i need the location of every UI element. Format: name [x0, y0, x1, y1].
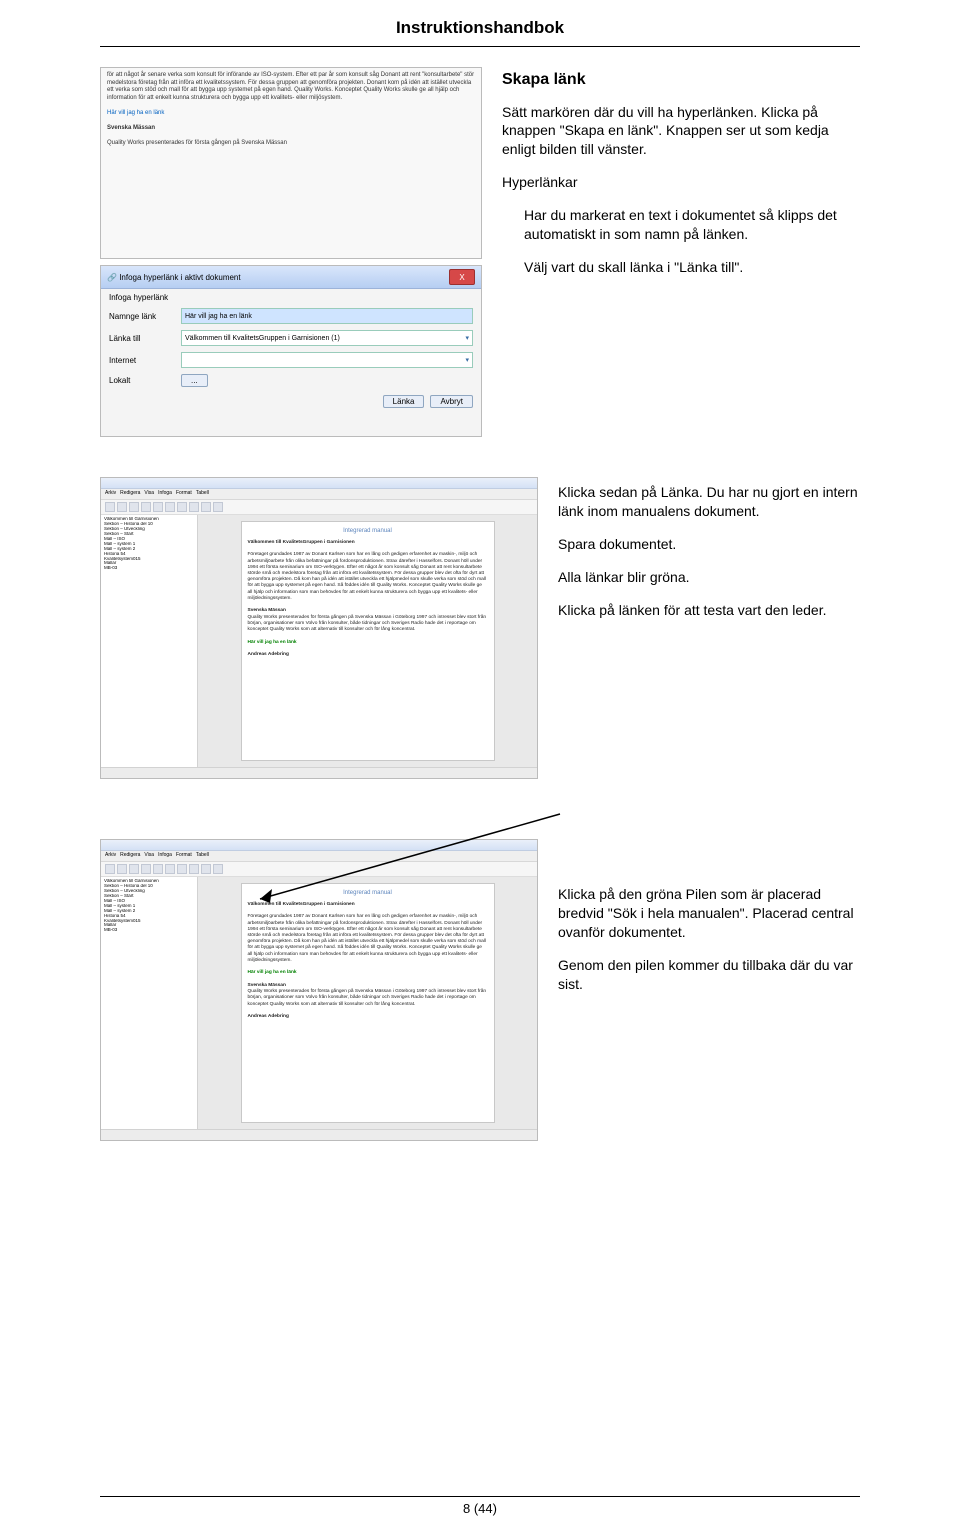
header-rule: [100, 46, 860, 47]
doc-body-text: för att något år senare verka som konsul…: [107, 72, 474, 101]
section1-sub: Hyperlänkar: [502, 173, 860, 192]
label-target: Länka till: [109, 334, 175, 343]
page-number: 8 (44): [0, 1501, 960, 1516]
link-button[interactable]: Länka: [383, 395, 425, 408]
dialog-title: Infoga hyperlänk i aktivt dokument: [119, 273, 240, 282]
close-icon[interactable]: X: [449, 269, 475, 285]
dialog-subtitle: Infoga hyperlänk: [109, 293, 473, 302]
label-name: Namnge länk: [109, 312, 175, 321]
window-icon: 🔗: [107, 273, 117, 282]
footer-rule: [100, 1496, 860, 1497]
document-view: Integrerad manual Välkommen till Kvalite…: [241, 521, 495, 761]
section2-p1: Klicka sedan på Länka. Du har nu gjort e…: [558, 483, 860, 521]
section3-p1: Klicka på den gröna Pilen som är placera…: [558, 885, 860, 942]
section1-p1: Sätt markören där du vill ha hyperlänken…: [502, 103, 860, 160]
chevron-down-icon: ▾: [465, 356, 469, 364]
doc-line2: Quality Works presenterades för första g…: [107, 140, 287, 146]
screenshot-app-window-2: ArkivRedigeraVisaInfogaFormatTabell Välk…: [100, 839, 538, 1141]
select-target[interactable]: Välkommen till KvalitetsGruppen i Garnis…: [181, 330, 473, 346]
hyperlink-sample: Här vill jag ha en länk: [107, 110, 164, 116]
green-link: Här vill jag ha en länk: [248, 640, 297, 645]
doc-heading2: Svenska Mässan: [107, 125, 155, 131]
label-internet: Internet: [109, 356, 175, 365]
menu-bar: ArkivRedigeraVisaInfogaFormatTabell: [101, 489, 537, 500]
page-title: Instruktionshandbok: [100, 18, 860, 38]
screenshot-hyperlink-dialog: 🔗 Infoga hyperlänk i aktivt dokument X I…: [100, 265, 482, 437]
cancel-button[interactable]: Avbryt: [430, 395, 473, 408]
input-name[interactable]: Här vill jag ha en länk: [181, 308, 473, 324]
section2-p2: Spara dokumentet.: [558, 535, 860, 554]
screenshot-document-crop: för att något år senare verka som konsul…: [100, 67, 482, 259]
tree-panel: Välkommen till Garnisionen Sektion – His…: [101, 515, 198, 767]
section1-p2: Har du markerat en text i dokumentet så …: [524, 206, 860, 244]
section2-p4: Klicka på länken för att testa vart den …: [558, 601, 860, 620]
section3-p2: Genom den pilen kommer du tillbaka där d…: [558, 956, 860, 994]
select-internet[interactable]: ▾: [181, 352, 473, 368]
section-heading-skapa-lank: Skapa länk: [502, 69, 860, 91]
label-local: Lokalt: [109, 376, 175, 385]
screenshot-app-window: ArkivRedigeraVisaInfogaFormatTabell Välk…: [100, 477, 538, 779]
section1-p3: Välj vart du skall länka i "Länka till".: [524, 258, 860, 277]
chevron-down-icon: ▾: [465, 334, 469, 342]
toolbar: [101, 500, 537, 515]
browse-button[interactable]: ...: [181, 374, 208, 387]
section2-p3: Alla länkar blir gröna.: [558, 568, 860, 587]
